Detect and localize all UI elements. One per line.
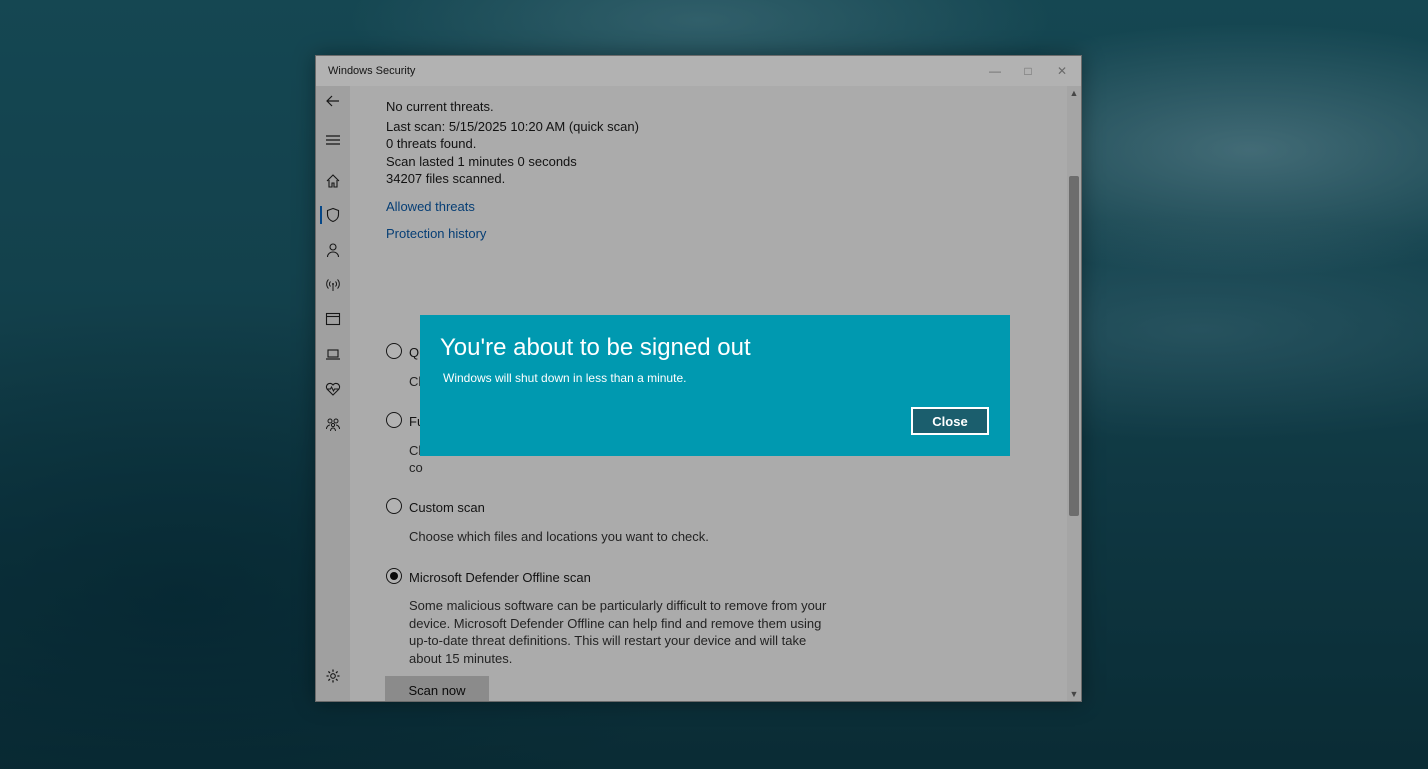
dialog-message: Windows will shut down in less than a mi… <box>443 371 687 385</box>
sign-out-dialog: You're about to be signed out Windows wi… <box>420 315 1010 456</box>
dialog-close-button[interactable]: Close <box>911 407 989 435</box>
dialog-title: You're about to be signed out <box>440 334 751 361</box>
